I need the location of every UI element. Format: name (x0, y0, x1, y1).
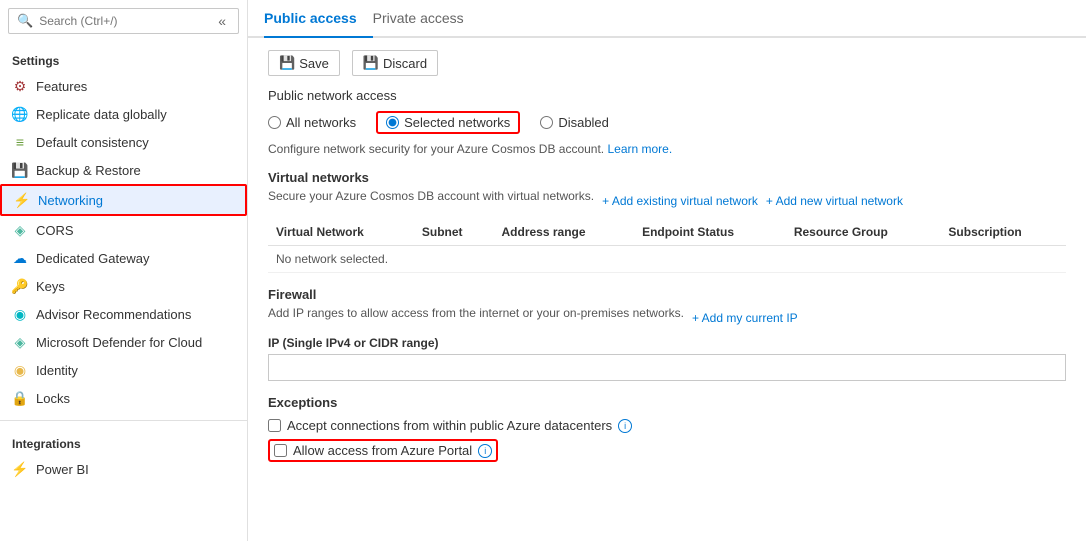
search-icon: 🔍 (17, 13, 33, 29)
integrations-section-label: Integrations (0, 429, 247, 455)
sidebar-item-defender[interactable]: ◈ Microsoft Defender for Cloud (0, 328, 247, 356)
ip-input[interactable] (268, 354, 1066, 381)
sidebar: 🔍 « Settings ⚙ Features 🌐 Replicate data… (0, 0, 248, 541)
replicate-icon: 🌐 (12, 106, 28, 122)
discard-icon: 💾 (363, 55, 379, 71)
backup-icon: 💾 (12, 162, 28, 178)
firewall-desc-row: Add IP ranges to allow access from the i… (268, 306, 1066, 330)
exception-azure-portal: Allow access from Azure Portal i (268, 439, 498, 462)
networking-icon: ⚡ (14, 192, 30, 208)
col-subscription: Subscription (940, 219, 1066, 246)
tab-bar: Public access Private access (248, 0, 1086, 38)
col-subnet: Subnet (414, 219, 494, 246)
sidebar-item-label: Microsoft Defender for Cloud (36, 335, 202, 350)
firewall-desc: Add IP ranges to allow access from the i… (268, 306, 684, 320)
consistency-icon: ≡ (12, 134, 28, 150)
exception-azure-dc-info[interactable]: i (618, 419, 632, 433)
features-icon: ⚙ (12, 78, 28, 94)
sidebar-item-label: CORS (36, 223, 74, 238)
exception-azure-dc: Accept connections from within public Az… (268, 418, 1066, 433)
sidebar-item-consistency[interactable]: ≡ Default consistency (0, 128, 247, 156)
radio-selected-networks[interactable]: Selected networks (376, 111, 520, 134)
settings-section-label: Settings (0, 46, 247, 72)
radio-disabled-input[interactable] (540, 116, 553, 129)
sidebar-item-powerbi[interactable]: ⚡ Power BI (0, 455, 247, 483)
sidebar-item-networking[interactable]: ⚡ Networking (0, 184, 247, 216)
sidebar-item-label: Default consistency (36, 135, 149, 150)
exceptions-title: Exceptions (268, 395, 1066, 410)
sidebar-item-label: Replicate data globally (36, 107, 167, 122)
learn-more-link[interactable]: Learn more. (607, 142, 672, 156)
exception-azure-portal-label: Allow access from Azure Portal (293, 443, 472, 458)
network-access-radio-group: All networks Selected networks Disabled (268, 111, 1066, 134)
main-content: Public access Private access 💾 Save 💾 Di… (248, 0, 1086, 541)
exception-azure-portal-checkbox[interactable] (274, 444, 287, 457)
radio-disabled[interactable]: Disabled (540, 115, 609, 130)
defender-icon: ◈ (12, 334, 28, 350)
sidebar-item-backup[interactable]: 💾 Backup & Restore (0, 156, 247, 184)
collapse-button[interactable]: « (214, 13, 230, 29)
tab-public-access[interactable]: Public access (264, 0, 373, 38)
save-icon: 💾 (279, 55, 295, 71)
ip-input-label: IP (Single IPv4 or CIDR range) (268, 336, 1066, 350)
public-network-access-label: Public network access (268, 88, 1066, 103)
keys-icon: 🔑 (12, 278, 28, 294)
advisor-icon: ◉ (12, 306, 28, 322)
tab-private-access[interactable]: Private access (373, 0, 480, 38)
virtual-networks-desc-row: Secure your Azure Cosmos DB account with… (268, 189, 1066, 213)
col-address-range: Address range (494, 219, 635, 246)
radio-disabled-label: Disabled (558, 115, 609, 130)
sidebar-item-label: Power BI (36, 462, 89, 477)
add-existing-vnet-link[interactable]: + Add existing virtual network (602, 194, 758, 208)
add-new-vnet-link[interactable]: + Add new virtual network (766, 194, 903, 208)
sidebar-item-label: Networking (38, 193, 103, 208)
col-endpoint-status: Endpoint Status (634, 219, 786, 246)
sidebar-item-gateway[interactable]: ☁ Dedicated Gateway (0, 244, 247, 272)
radio-selected-networks-label: Selected networks (404, 115, 510, 130)
radio-selected-networks-input[interactable] (386, 116, 399, 129)
sidebar-item-advisor[interactable]: ◉ Advisor Recommendations (0, 300, 247, 328)
gateway-icon: ☁ (12, 250, 28, 266)
col-virtual-network: Virtual Network (268, 219, 414, 246)
sidebar-item-label: Locks (36, 391, 70, 406)
col-resource-group: Resource Group (786, 219, 941, 246)
virtual-networks-title: Virtual networks (268, 170, 1066, 185)
exception-azure-dc-checkbox[interactable] (268, 419, 281, 432)
identity-icon: ◉ (12, 362, 28, 378)
search-bar[interactable]: 🔍 « (8, 8, 239, 34)
discard-button[interactable]: 💾 Discard (352, 50, 438, 76)
virtual-networks-table: Virtual Network Subnet Address range End… (268, 219, 1066, 273)
exception-azure-dc-label: Accept connections from within public Az… (287, 418, 612, 433)
exception-azure-portal-info[interactable]: i (478, 444, 492, 458)
sidebar-item-label: Keys (36, 279, 65, 294)
sidebar-item-cors[interactable]: ◈ CORS (0, 216, 247, 244)
sidebar-item-label: Backup & Restore (36, 163, 141, 178)
content-area: 💾 Save 💾 Discard Public network access A… (248, 38, 1086, 480)
toolbar: 💾 Save 💾 Discard (268, 50, 1066, 76)
table-row-empty: No network selected. (268, 246, 1066, 273)
no-network-message: No network selected. (268, 246, 1066, 273)
firewall-section: Firewall (268, 287, 1066, 302)
sidebar-item-identity[interactable]: ◉ Identity (0, 356, 247, 384)
sidebar-item-features[interactable]: ⚙ Features (0, 72, 247, 100)
cors-icon: ◈ (12, 222, 28, 238)
sidebar-item-label: Dedicated Gateway (36, 251, 149, 266)
radio-all-networks-label: All networks (286, 115, 356, 130)
sidebar-item-replicate[interactable]: 🌐 Replicate data globally (0, 100, 247, 128)
radio-all-networks[interactable]: All networks (268, 115, 356, 130)
sidebar-item-label: Identity (36, 363, 78, 378)
search-input[interactable] (39, 14, 208, 28)
sidebar-item-keys[interactable]: 🔑 Keys (0, 272, 247, 300)
save-button[interactable]: 💾 Save (268, 50, 340, 76)
firewall-title: Firewall (268, 287, 316, 302)
add-current-ip-link[interactable]: + Add my current IP (692, 311, 798, 325)
virtual-networks-desc: Secure your Azure Cosmos DB account with… (268, 189, 594, 203)
powerbi-icon: ⚡ (12, 461, 28, 477)
locks-icon: 🔒 (12, 390, 28, 406)
radio-all-networks-input[interactable] (268, 116, 281, 129)
sidebar-item-label: Features (36, 79, 87, 94)
sidebar-item-locks[interactable]: 🔒 Locks (0, 384, 247, 412)
sidebar-item-label: Advisor Recommendations (36, 307, 191, 322)
network-description: Configure network security for your Azur… (268, 142, 1066, 156)
